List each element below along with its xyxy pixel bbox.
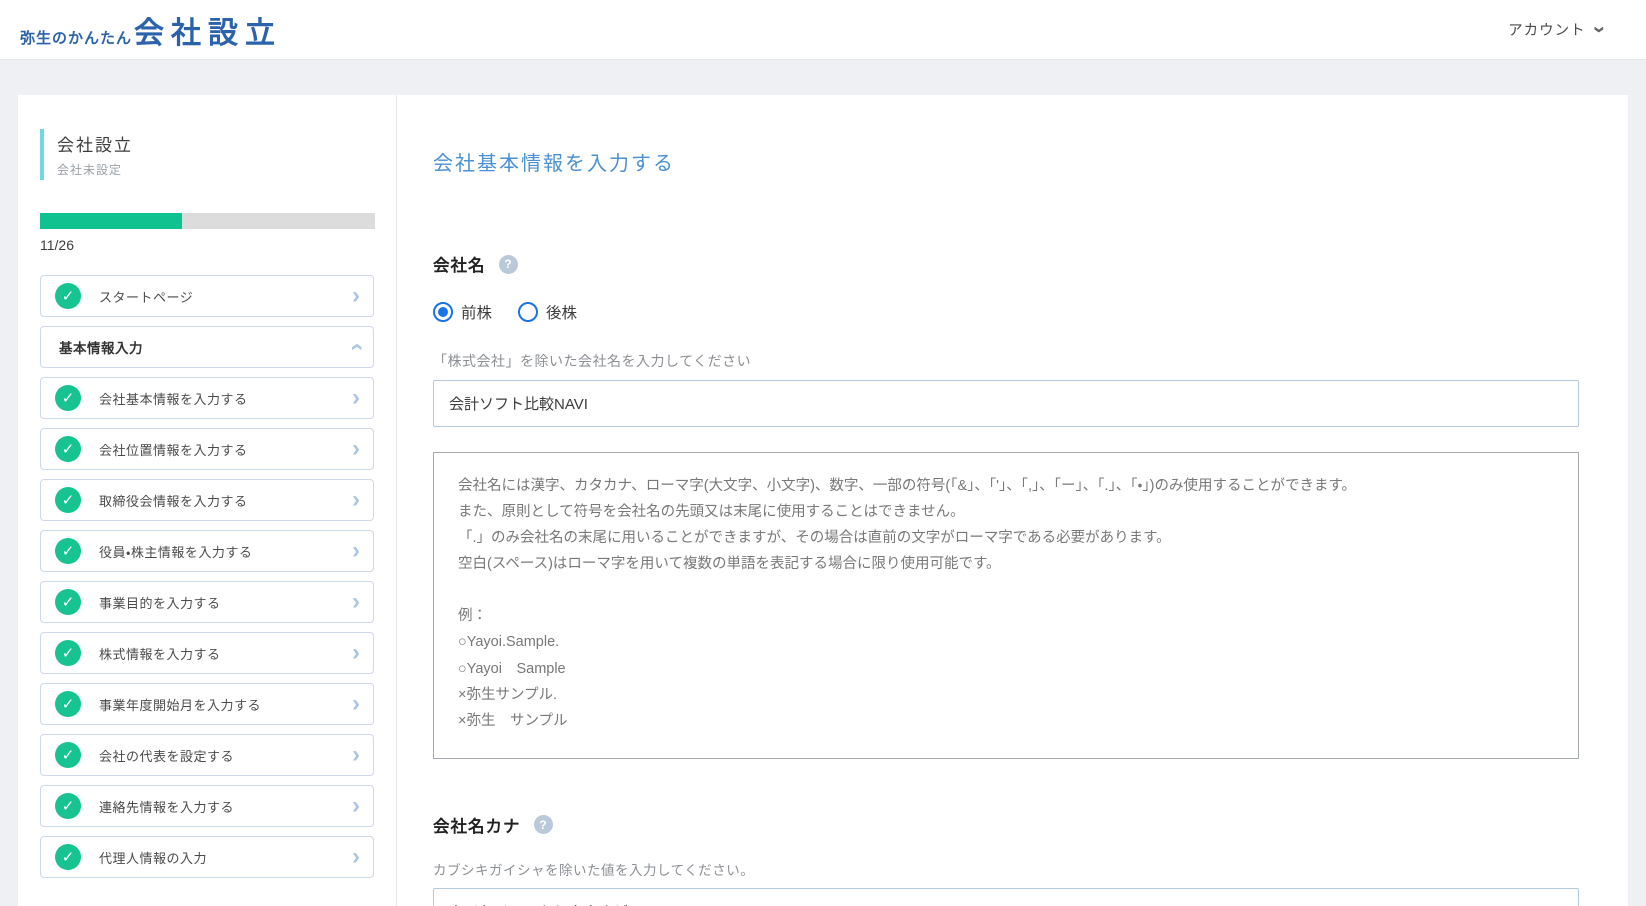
company-name-rules: 会社名には漢字、カタカナ、ローマ字(大文字、小文字)、数字、一部の符号(「&」、… — [458, 473, 1554, 577]
logo-text-small: 弥生のかんたん — [20, 27, 132, 48]
check-icon: ✓ — [55, 283, 81, 309]
sidebar-step-label: 事業目的を入力する — [99, 593, 352, 612]
radio-atokabu[interactable]: 後株 — [518, 301, 577, 323]
company-name-kana-label: 会社名カナ — [433, 813, 521, 837]
sidebar-step-label: 役員・株主情報を入力する — [99, 542, 352, 561]
account-label: アカウント — [1508, 19, 1586, 40]
check-icon: ✓ — [55, 538, 81, 564]
chevron-down-icon: › — [1589, 25, 1611, 33]
sidebar-step-label: 会社基本情報を入力する — [99, 389, 352, 408]
chevron-right-icon: › — [352, 488, 360, 512]
progress-bar-fill — [40, 213, 182, 229]
sidebar-title: 会社設立 — [57, 131, 374, 156]
company-name-kana-section: 会社名カナ ? カブシキガイシャを除いた値を入力してください。 — [433, 813, 1628, 906]
sidebar-step-item[interactable]: ✓ 取締役会情報を入力する › — [40, 479, 374, 521]
sidebar-step-label: 連絡先情報を入力する — [99, 797, 352, 816]
help-icon[interactable]: ? — [499, 255, 518, 274]
chevron-right-icon: › — [352, 539, 360, 563]
company-name-section: 会社名 ? 前株 後株 「株式会社」を除いた会社名を入力してください 会社名には… — [433, 252, 1628, 759]
sidebar-step-item[interactable]: ✓ 会社位置情報を入力する › — [40, 428, 374, 470]
progress-label: 11/26 — [40, 237, 374, 253]
company-name-kana-hint: カブシキガイシャを除いた値を入力してください。 — [433, 859, 1628, 879]
sidebar-step-item[interactable]: ✓ スタートページ › — [40, 275, 374, 317]
sidebar-step-label: 事業年度開始月を入力する — [99, 695, 352, 714]
chevron-right-icon: › — [352, 845, 360, 869]
sidebar-step-label: 取締役会情報を入力する — [99, 491, 352, 510]
logo-text-large: 会社設立 — [134, 8, 282, 52]
sidebar-step-item[interactable]: ✓ 役員・株主情報を入力する › — [40, 530, 374, 572]
account-menu[interactable]: アカウント › — [1508, 19, 1604, 41]
help-icon[interactable]: ? — [534, 815, 553, 834]
check-icon: ✓ — [55, 742, 81, 768]
sidebar-step-item[interactable]: 基本情報入力 › — [40, 326, 374, 368]
radio-maekabu-label: 前株 — [461, 301, 492, 323]
check-icon: ✓ — [55, 385, 81, 411]
check-icon: ✓ — [55, 793, 81, 819]
check-icon: ✓ — [55, 487, 81, 513]
chevron-right-icon: › — [352, 437, 360, 461]
sidebar-step-item[interactable]: ✓ 株式情報を入力する › — [40, 632, 374, 674]
sidebar-subtitle: 会社未設定 — [57, 161, 374, 178]
sidebar-step-item[interactable]: ✓ 事業年度開始月を入力する › — [40, 683, 374, 725]
sidebar-step-item[interactable]: ✓ 事業目的を入力する › — [40, 581, 374, 623]
progress-bar — [40, 213, 375, 229]
chevron-right-icon: › — [352, 386, 360, 410]
sidebar-step-list: ✓ スタートページ › 基本情報入力 › ✓ 会社基本情報を入力する › — [40, 275, 374, 878]
chevron-right-icon: › — [352, 284, 360, 308]
company-name-label: 会社名 — [433, 252, 486, 276]
content-panel: 会社設立 会社未設定 11/26 ✓ スタートページ › 基本情報入力 — [18, 95, 1628, 906]
chevron-right-icon: › — [352, 794, 360, 818]
sidebar-step-item[interactable]: ✓ 会社基本情報を入力する › — [40, 377, 374, 419]
page-title: 会社基本情報を入力する — [433, 147, 1628, 176]
sidebar-step-label: 会社の代表を設定する — [99, 746, 352, 765]
sidebar-step-item[interactable]: ✓ 会社の代表を設定する › — [40, 734, 374, 776]
check-icon: ✓ — [55, 691, 81, 717]
sidebar-step-label: 株式情報を入力する — [99, 644, 352, 663]
chevron-right-icon: › — [352, 641, 360, 665]
sidebar-step-label: スタートページ — [99, 287, 352, 306]
company-name-examples: 例： ○Yayoi.Sample. ○Yayoi Sample ×弥生サンプル.… — [458, 603, 1554, 733]
check-icon: ✓ — [55, 640, 81, 666]
sidebar-step-item[interactable]: ✓ 連絡先情報を入力する › — [40, 785, 374, 827]
main-content: 会社基本情報を入力する 会社名 ? 前株 後株 「株式会社」を除いた会社名を入力… — [397, 95, 1628, 906]
company-name-kana-input[interactable] — [433, 888, 1579, 906]
sidebar-step-label: 代理人情報の入力 — [99, 848, 352, 867]
sidebar-step-label: 会社位置情報を入力する — [99, 440, 352, 459]
company-name-hint: 「株式会社」を除いた会社名を入力してください — [433, 351, 1628, 371]
sidebar-step-item[interactable]: ✓ 代理人情報の入力 › — [40, 836, 374, 878]
progress-section: 11/26 — [40, 213, 374, 253]
company-name-prefix-radio-group: 前株 後株 — [433, 301, 1628, 323]
chevron-right-icon: › — [352, 743, 360, 767]
radio-selected-icon — [433, 302, 453, 322]
chevron-up-icon: › — [344, 343, 368, 351]
check-icon: ✓ — [55, 436, 81, 462]
chevron-right-icon: › — [352, 590, 360, 614]
radio-unselected-icon — [518, 302, 538, 322]
radio-maekabu[interactable]: 前株 — [433, 301, 492, 323]
sidebar: 会社設立 会社未設定 11/26 ✓ スタートページ › 基本情報入力 — [18, 95, 397, 906]
sidebar-step-label: 基本情報入力 — [59, 337, 352, 357]
radio-atokabu-label: 後株 — [546, 301, 577, 323]
chevron-right-icon: › — [352, 692, 360, 716]
sidebar-section-head: 会社設立 会社未設定 — [40, 129, 374, 180]
company-name-input[interactable] — [433, 380, 1579, 427]
app-header: 弥生のかんたん 会社設立 アカウント › — [0, 0, 1646, 60]
company-name-rules-box: 会社名には漢字、カタカナ、ローマ字(大文字、小文字)、数字、一部の符号(「&」、… — [433, 452, 1579, 759]
check-icon: ✓ — [55, 844, 81, 870]
check-icon: ✓ — [55, 589, 81, 615]
app-logo[interactable]: 弥生のかんたん 会社設立 — [20, 8, 282, 52]
